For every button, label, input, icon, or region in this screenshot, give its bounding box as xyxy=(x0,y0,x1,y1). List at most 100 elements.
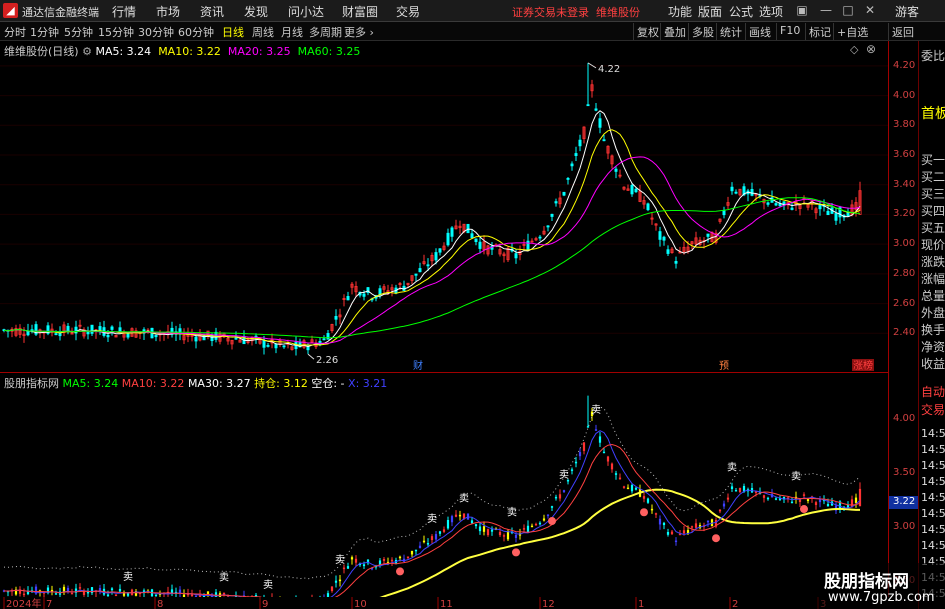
menu-quotes[interactable]: 行情 xyxy=(112,3,136,20)
draw-button[interactable]: 画线 xyxy=(745,23,774,40)
side-item[interactable]: 委比 xyxy=(921,47,945,64)
indicator-bar xyxy=(818,499,822,503)
indicator-name[interactable]: 股朋指标网 xyxy=(4,377,59,390)
multi-stock-button[interactable]: 多股 xyxy=(688,23,717,40)
side-item[interactable]: 外盘 xyxy=(921,304,945,321)
guest-label[interactable]: 游客 xyxy=(895,3,919,20)
period-5min[interactable]: 5分钟 xyxy=(64,24,93,40)
menu-assistant[interactable]: 问小达 xyxy=(288,3,324,20)
login-notice[interactable]: 证券交易未登录 维维股份 xyxy=(512,4,640,20)
side-item[interactable]: 买二 xyxy=(921,168,945,185)
indicator-bar xyxy=(774,498,778,500)
menu-options[interactable]: 选项 xyxy=(759,3,783,20)
indicator-bar xyxy=(458,514,462,517)
tick-time: 14:56 xyxy=(921,427,945,440)
quote-side-panel[interactable]: 委比首板买一买二买三买四买五现价涨跌涨幅总量外盘换手净资收益自动交易 14:56 1… xyxy=(918,41,945,609)
kline-y-tick: 2.40 xyxy=(893,327,916,339)
side-item[interactable]: 现价 xyxy=(921,236,945,253)
kline-y-tick: 3.60 xyxy=(893,149,916,160)
date-label: 9 xyxy=(262,599,268,609)
low-marker xyxy=(307,353,315,360)
indicator-bar xyxy=(574,461,578,464)
side-item[interactable]: 首板 xyxy=(921,103,945,123)
minimize-icon[interactable]: — xyxy=(818,2,834,18)
overlay-button[interactable]: 叠加 xyxy=(660,23,689,40)
adjust-button[interactable]: 复权 xyxy=(633,23,662,40)
add-watchlist-button[interactable]: +自选 xyxy=(833,23,871,40)
side-item[interactable]: 收益 xyxy=(921,355,945,372)
side-item[interactable]: 买一 xyxy=(921,151,945,168)
period-weekly[interactable]: 周线 xyxy=(252,24,274,40)
menu-discover[interactable]: 发现 xyxy=(244,3,268,20)
menu-news[interactable]: 资讯 xyxy=(200,3,224,20)
indicator-bar xyxy=(506,531,510,540)
side-item[interactable]: 交易 xyxy=(921,401,945,418)
period-multi[interactable]: 多周期 xyxy=(309,24,342,40)
menu-function[interactable]: 功能 xyxy=(668,3,692,20)
kline-y-tick: 4.00 xyxy=(893,89,916,101)
settings-icon[interactable]: ⚙ xyxy=(82,45,92,58)
indicator-bar xyxy=(398,556,402,559)
panel-close-icon[interactable]: ⊗ xyxy=(866,42,876,56)
kline-candle xyxy=(826,210,830,216)
indicator-bar xyxy=(390,559,394,562)
date-label: 2 xyxy=(732,599,738,609)
side-item[interactable]: 涨跌 xyxy=(921,253,945,270)
indicator-ma30: MA30: 3.27 xyxy=(187,377,251,390)
period-30min[interactable]: 30分钟 xyxy=(138,24,174,40)
sell-signal: 卖 xyxy=(459,492,469,504)
kline-candle xyxy=(274,343,278,349)
indicator-bar xyxy=(582,442,586,451)
kline-candle xyxy=(630,184,634,195)
menu-layout[interactable]: 版面 xyxy=(698,3,722,20)
side-item[interactable]: 买三 xyxy=(921,185,945,202)
side-item[interactable]: 净资 xyxy=(921,338,945,355)
back-button[interactable]: 返回 xyxy=(888,23,917,40)
kline-candle xyxy=(514,253,518,259)
period-more[interactable]: 更多 › xyxy=(344,24,374,40)
stats-button[interactable]: 统计 xyxy=(716,23,745,40)
period-timeshare[interactable]: 分时 xyxy=(4,24,26,40)
period-daily[interactable]: 日线 xyxy=(222,24,244,40)
indicator-bar xyxy=(718,509,722,512)
period-60min[interactable]: 60分钟 xyxy=(178,24,214,40)
indicator-panel[interactable]: 卖卖卖卖卖卖卖卖卖卖卖 股朋指标网 MA5: 3.24 MA10: 3.22 M… xyxy=(0,372,888,598)
indicator-bar xyxy=(722,503,726,507)
kline-candle xyxy=(450,227,454,237)
kline-legend: 维维股份(日线) ⚙ MA5: 3.24 MA10: 3.22 MA20: 3.… xyxy=(4,43,360,59)
panel-settings-icon[interactable]: ◇ xyxy=(850,43,858,56)
period-1min[interactable]: 1分钟 xyxy=(30,24,59,40)
side-item[interactable]: 买四 xyxy=(921,202,945,219)
kline-candle xyxy=(578,139,582,147)
maximize-icon[interactable]: □ xyxy=(840,2,856,18)
buy-signal-icon xyxy=(640,508,648,517)
side-item[interactable]: 换手 xyxy=(921,321,945,338)
f10-button[interactable]: F10 xyxy=(776,23,803,40)
side-item[interactable]: 自动 xyxy=(921,383,945,400)
indicator-bar xyxy=(454,514,458,517)
close-icon[interactable]: ✕ xyxy=(862,2,878,18)
ma5-line xyxy=(3,110,861,348)
sell-signal: 卖 xyxy=(219,571,229,583)
period-monthly[interactable]: 月线 xyxy=(281,24,303,40)
indicator-bar xyxy=(522,528,526,530)
indicator-bar xyxy=(554,496,558,499)
stock-label[interactable]: 维维股份(日线) xyxy=(4,45,79,58)
side-item[interactable]: 总量 xyxy=(921,287,945,304)
menu-wealth[interactable]: 财富圈 xyxy=(342,3,378,20)
ma60-line xyxy=(3,197,861,339)
menu-trade[interactable]: 交易 xyxy=(396,3,420,20)
side-item[interactable]: 买五 xyxy=(921,219,945,236)
kline-candle xyxy=(634,188,638,193)
mark-button[interactable]: 标记 xyxy=(805,23,834,40)
menu-formula[interactable]: 公式 xyxy=(729,3,753,20)
side-item[interactable]: 涨幅 xyxy=(921,270,945,287)
skin-icon[interactable]: ▣ xyxy=(794,2,810,18)
kline-candle xyxy=(362,293,366,297)
indicator-bar xyxy=(594,429,598,431)
menu-market[interactable]: 市场 xyxy=(156,3,180,20)
period-15min[interactable]: 15分钟 xyxy=(98,24,134,40)
indicator-bar xyxy=(826,504,830,507)
indicator-bar xyxy=(642,496,646,499)
kline-panel[interactable]: 4.22 2.26 财 预 涨榜 维维股份(日线) ⚙ MA5: 3.24 MA10: … xyxy=(0,41,888,371)
